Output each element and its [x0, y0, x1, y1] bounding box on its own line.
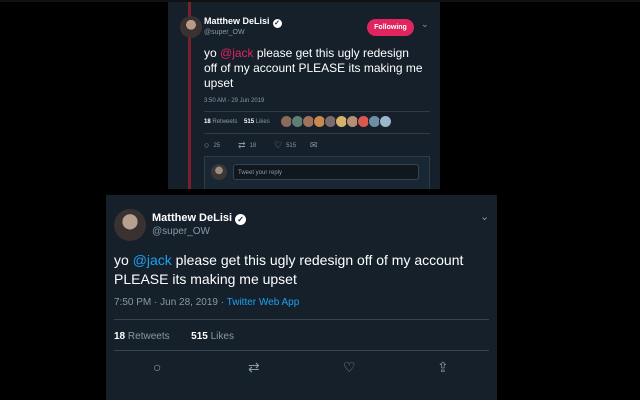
chevron-down-icon[interactable]: ⌄ [480, 210, 489, 223]
mention-link[interactable]: @jack [133, 252, 172, 268]
reply-count: 25 [213, 143, 221, 149]
current-user-avatar [211, 164, 227, 180]
divider [114, 319, 489, 320]
tweet-actions: ○ ⇄ ♡ ⇪ [106, 359, 497, 379]
source-app-link[interactable]: Twitter Web App [227, 297, 300, 308]
verified-icon: ✓ [235, 214, 247, 225]
reply-button[interactable]: ○ 25 [204, 140, 220, 150]
share-icon[interactable]: ⇪ [437, 359, 449, 376]
tweet-stats: 18 Retweets 515 Likes [114, 331, 234, 342]
retweets-count[interactable]: 18 [204, 119, 211, 125]
likes-count[interactable]: 515 [191, 331, 208, 342]
like-button[interactable]: ♡ 515 [274, 140, 296, 151]
heart-icon: ♡ [274, 140, 283, 150]
heart-icon[interactable]: ♡ [343, 359, 356, 376]
retweet-count: 18 [249, 143, 257, 149]
envelope-icon: ✉ [310, 140, 318, 150]
tweet-text: yo @jack please get this ugly redesign o… [114, 251, 494, 289]
tweet-timestamp[interactable]: 3:50 AM - 29 Jun 2019 [204, 98, 264, 104]
author-handle[interactable]: @super_OW [152, 226, 210, 237]
upper-tweet-card: Matthew DeLisi ✓ @super_OW Following ⌄ yo… [168, 2, 440, 189]
tweet-text: yo @jack please get this ugly redesign o… [204, 46, 424, 91]
author-name[interactable]: Matthew DeLisi ✓ [204, 16, 282, 28]
reply-icon: ○ [204, 140, 210, 150]
tweet-text-start: yo [204, 46, 221, 60]
retweets-label[interactable]: Retweets [212, 119, 237, 125]
avatar[interactable] [180, 16, 202, 38]
verified-icon: ✓ [272, 19, 282, 28]
author-handle[interactable]: @super_OW [204, 29, 245, 36]
tweet-text-start: yo [114, 252, 133, 268]
following-button[interactable]: Following [367, 19, 414, 36]
retweet-button[interactable]: ⇄ 18 [238, 140, 256, 151]
lower-tweet-card: Matthew DeLisi ✓ @super_OW ⌄ yo @jack ple… [106, 195, 497, 400]
liker-avatar[interactable] [379, 115, 392, 128]
author-name[interactable]: Matthew DeLisi ✓ [152, 212, 247, 225]
retweet-icon[interactable]: ⇄ [248, 359, 260, 376]
tweet-stats: 18 Retweets 515 Likes [204, 119, 270, 125]
divider [114, 350, 489, 351]
like-count: 515 [286, 143, 297, 149]
reply-box: Tweet your reply [204, 156, 430, 189]
mention-link[interactable]: @jack [220, 46, 254, 60]
retweets-count[interactable]: 18 [114, 331, 125, 342]
divider [204, 111, 430, 112]
avatar[interactable] [114, 209, 146, 241]
retweets-label[interactable]: Retweets [128, 331, 170, 342]
reply-icon[interactable]: ○ [153, 359, 161, 375]
likes-label[interactable]: Likes [256, 119, 270, 125]
reply-input[interactable]: Tweet your reply [233, 164, 419, 180]
message-button[interactable]: ✉ [310, 140, 322, 151]
likes-count[interactable]: 515 [244, 119, 254, 125]
tweet-meta: 7:50 PM · Jun 28, 2019 · Twitter Web App [114, 297, 299, 308]
retweet-icon: ⇄ [238, 140, 246, 150]
chevron-down-icon[interactable]: ⌄ [421, 19, 429, 30]
tweet-timestamp[interactable]: 7:50 PM · Jun 28, 2019 · [114, 297, 227, 308]
likes-label[interactable]: Likes [211, 331, 234, 342]
author-name-text[interactable]: Matthew DeLisi [204, 16, 270, 26]
author-name-text[interactable]: Matthew DeLisi [152, 212, 232, 224]
divider [204, 133, 430, 134]
